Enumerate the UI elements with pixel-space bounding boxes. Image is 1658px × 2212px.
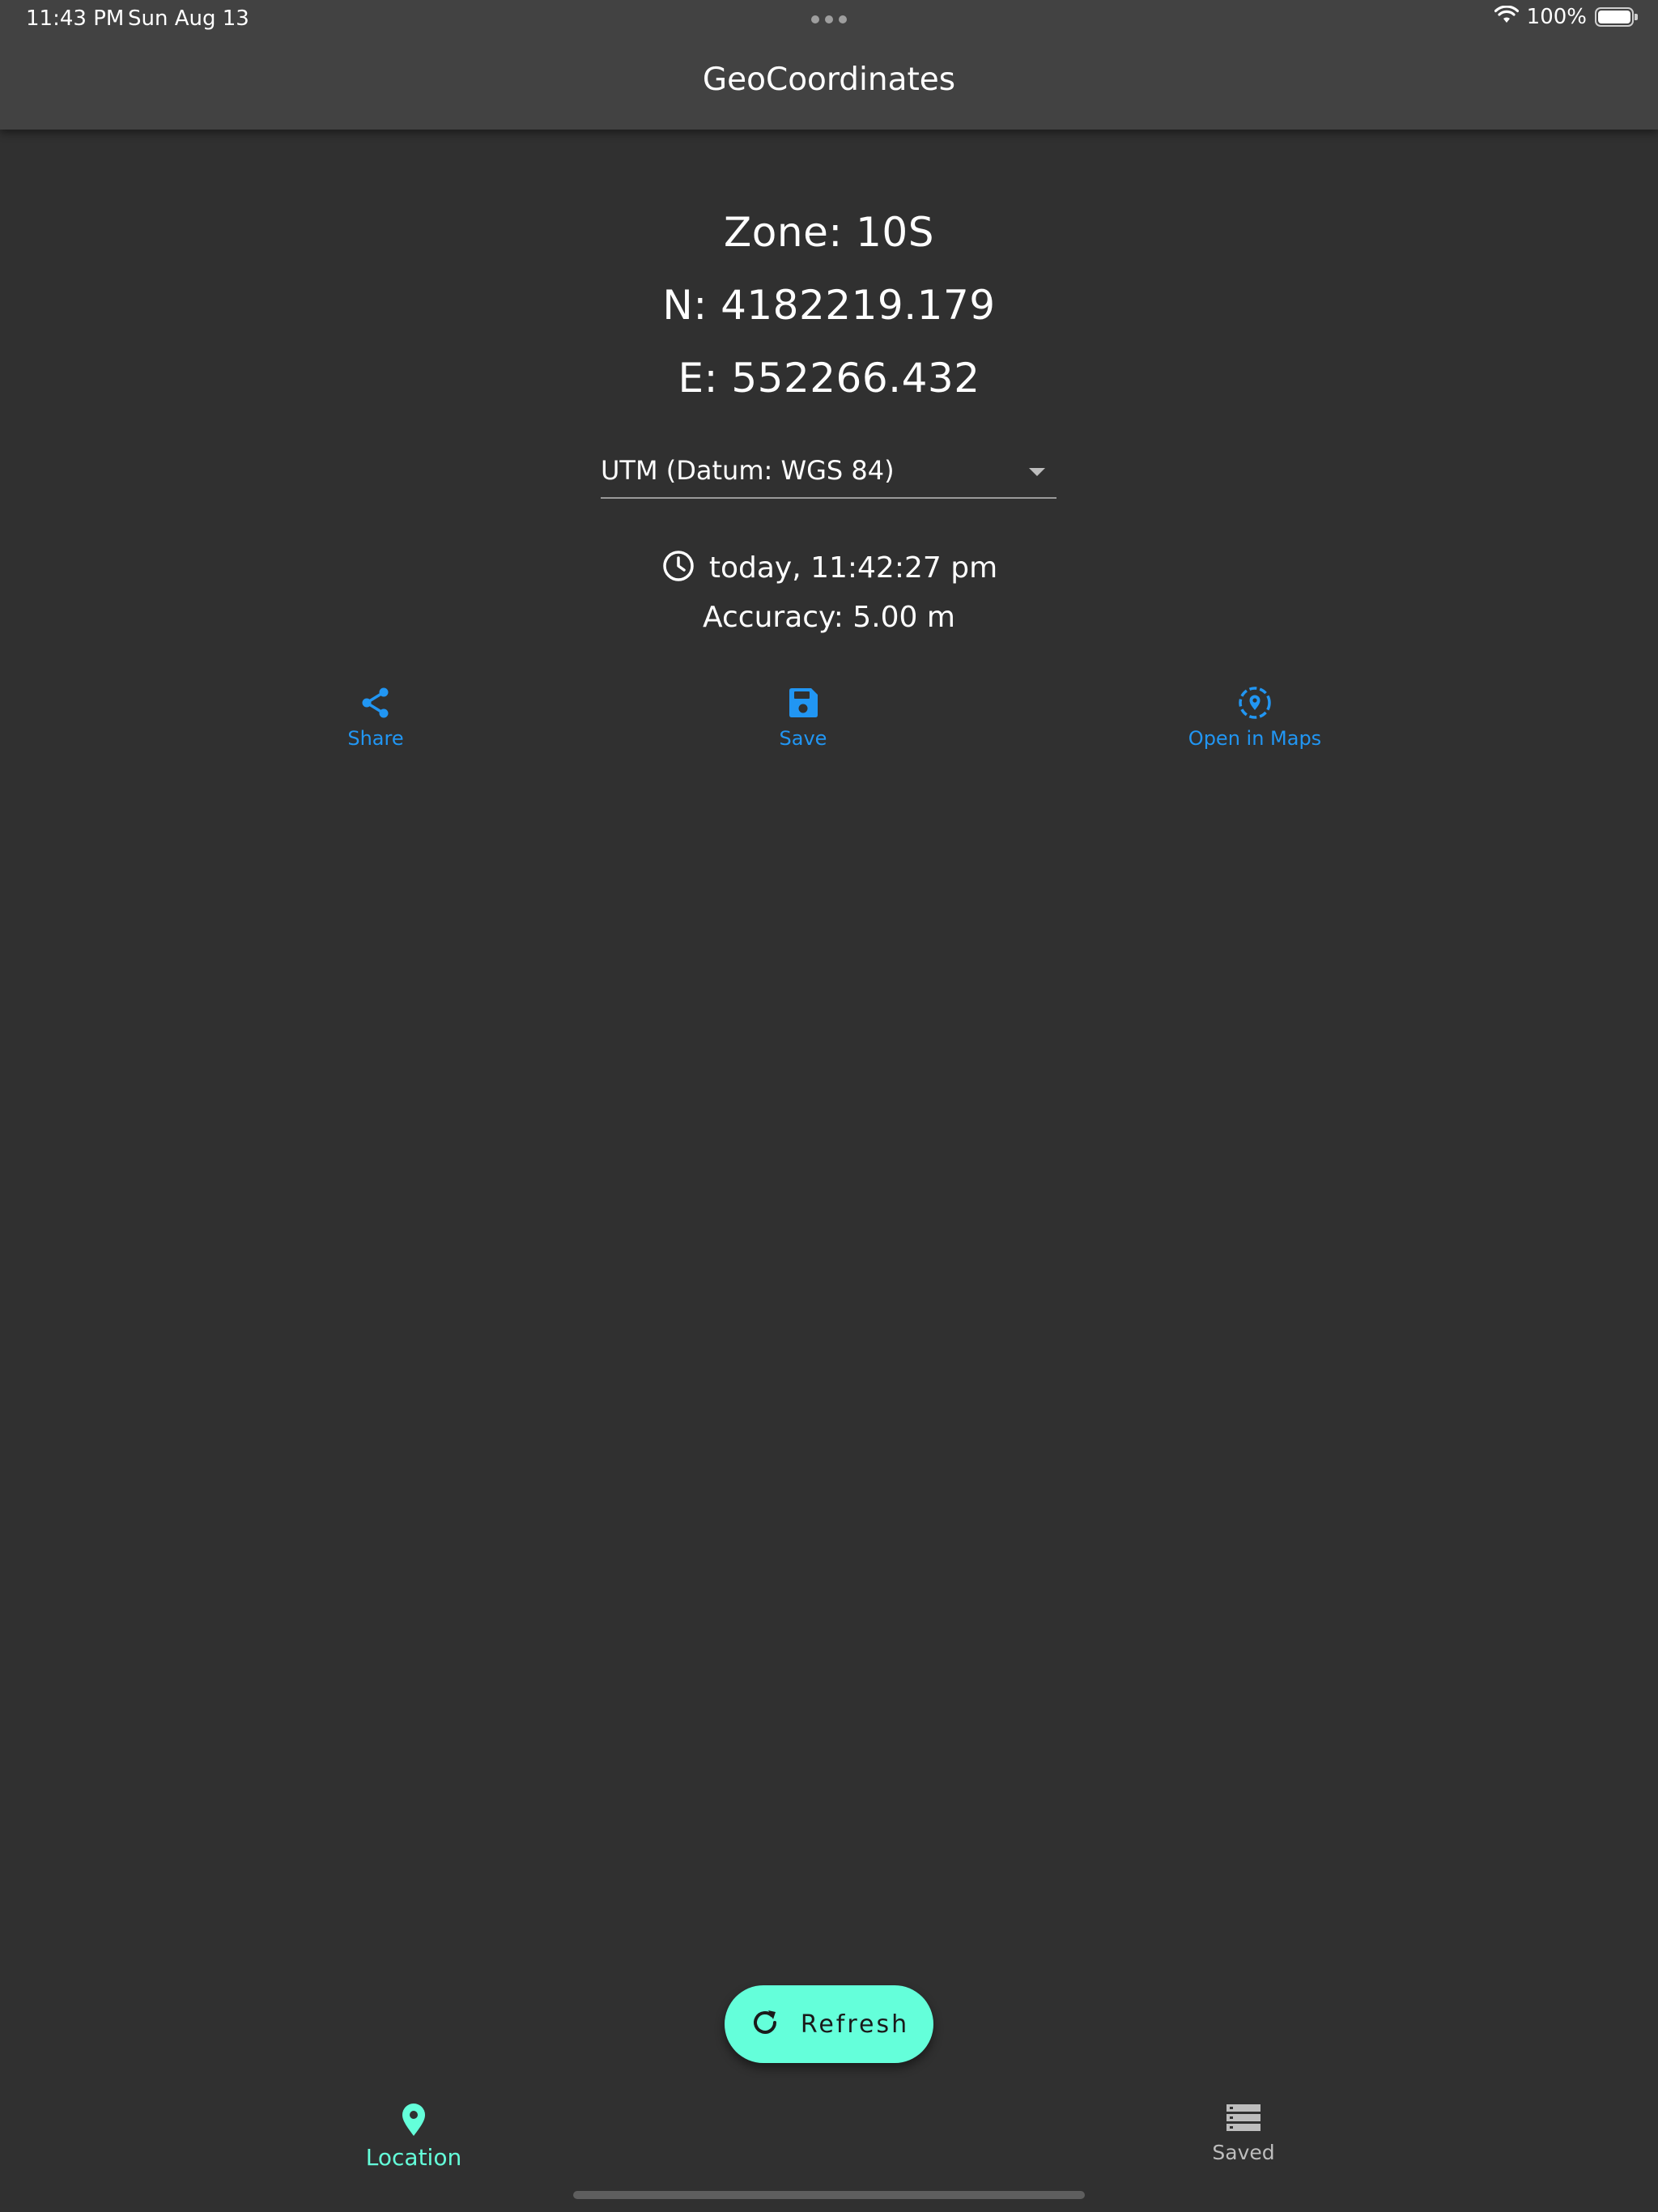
coordinate-format-dropdown[interactable]: UTM (Datum: WGS 84) xyxy=(601,452,1056,499)
refresh-label: Refresh xyxy=(800,2010,910,2039)
share-button[interactable]: Share xyxy=(324,685,427,750)
share-icon xyxy=(358,685,393,724)
storage-list-icon xyxy=(1226,2102,1261,2138)
coordinate-format-value: UTM (Datum: WGS 84) xyxy=(601,455,895,486)
nav-tab-saved[interactable]: Saved xyxy=(1163,2102,1324,2167)
northing-value: N: 4182219.179 xyxy=(662,282,996,329)
fix-timestamp-row: today, 11:42:27 pm xyxy=(0,547,1658,588)
nav-tab-saved-label: Saved xyxy=(1212,2141,1275,2164)
refresh-icon xyxy=(749,2006,781,2042)
page-title: GeoCoordinates xyxy=(702,62,956,98)
easting-value: E: 552266.432 xyxy=(678,355,980,402)
map-pin-circle-icon xyxy=(1237,685,1273,724)
battery-icon xyxy=(1595,7,1638,27)
app-bar: 11:43 PM Sun Aug 13 100% GeoCoordinates xyxy=(0,0,1658,130)
utm-zone: Zone: 10S xyxy=(724,209,934,256)
wifi-icon xyxy=(1494,5,1519,28)
floppy-disk-icon xyxy=(785,685,821,724)
open-in-maps-button[interactable]: Open in Maps xyxy=(1164,685,1346,750)
nav-tab-location[interactable]: Location xyxy=(333,2102,495,2171)
screen: 11:43 PM Sun Aug 13 100% GeoCoordinates … xyxy=(0,0,1658,2212)
status-indicators: 100% xyxy=(1494,5,1638,29)
location-pin-icon xyxy=(399,2102,428,2141)
status-time: 11:43 PM xyxy=(26,6,125,31)
save-button[interactable]: Save xyxy=(751,685,855,750)
clock-icon xyxy=(661,548,696,587)
fix-timestamp: today, 11:42:27 pm xyxy=(708,551,998,585)
multitasking-dots-icon[interactable] xyxy=(811,15,847,23)
home-indicator[interactable] xyxy=(573,2191,1085,2199)
open-in-maps-label: Open in Maps xyxy=(1188,727,1322,750)
caret-down-icon xyxy=(1029,468,1045,476)
status-date: Sun Aug 13 xyxy=(128,6,249,31)
nav-tab-location-label: Location xyxy=(365,2144,462,2171)
battery-percent: 100% xyxy=(1526,5,1587,29)
fix-accuracy: Accuracy: 5.00 m xyxy=(703,601,955,634)
save-label: Save xyxy=(779,727,827,750)
refresh-button[interactable]: Refresh xyxy=(725,1985,933,2063)
share-label: Share xyxy=(347,727,404,750)
